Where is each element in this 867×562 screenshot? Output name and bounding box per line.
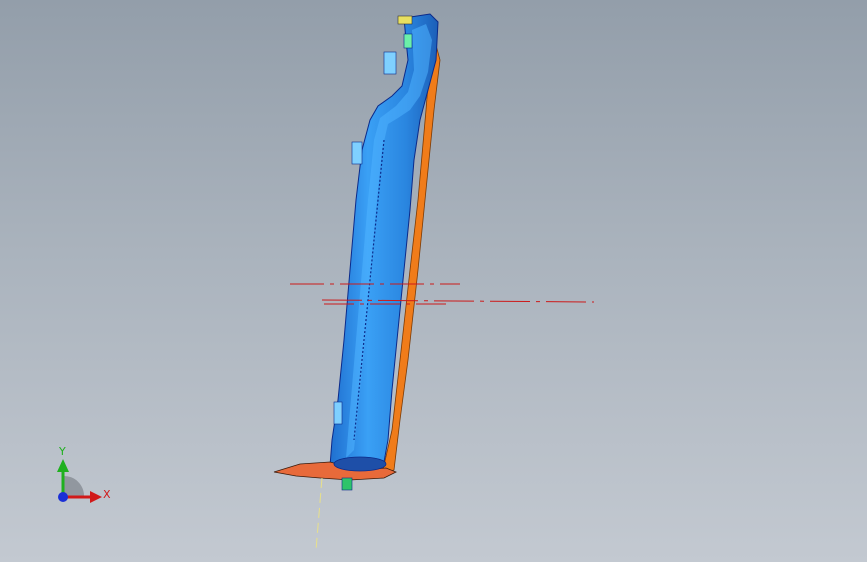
reference-lines [290, 283, 595, 305]
upper-tab-small[interactable] [403, 33, 413, 49]
graphics-viewport[interactable]: Y X [0, 0, 867, 562]
top-clip[interactable] [397, 15, 413, 25]
z-axis-dot [58, 492, 68, 502]
bottom-cap[interactable] [333, 456, 387, 472]
lower-tab[interactable] [333, 401, 343, 425]
x-arrowhead-icon [90, 491, 102, 503]
bottom-pin[interactable] [341, 477, 353, 491]
upper-tab[interactable] [383, 51, 397, 75]
orientation-triad[interactable]: Y X [57, 445, 111, 503]
center-axis-line [315, 477, 323, 551]
side-tab[interactable] [351, 141, 363, 165]
model-canvas[interactable]: Y X [0, 0, 867, 562]
y-arrowhead-icon [57, 459, 69, 472]
x-axis-label: X [103, 488, 111, 501]
y-axis-label: Y [58, 445, 66, 458]
